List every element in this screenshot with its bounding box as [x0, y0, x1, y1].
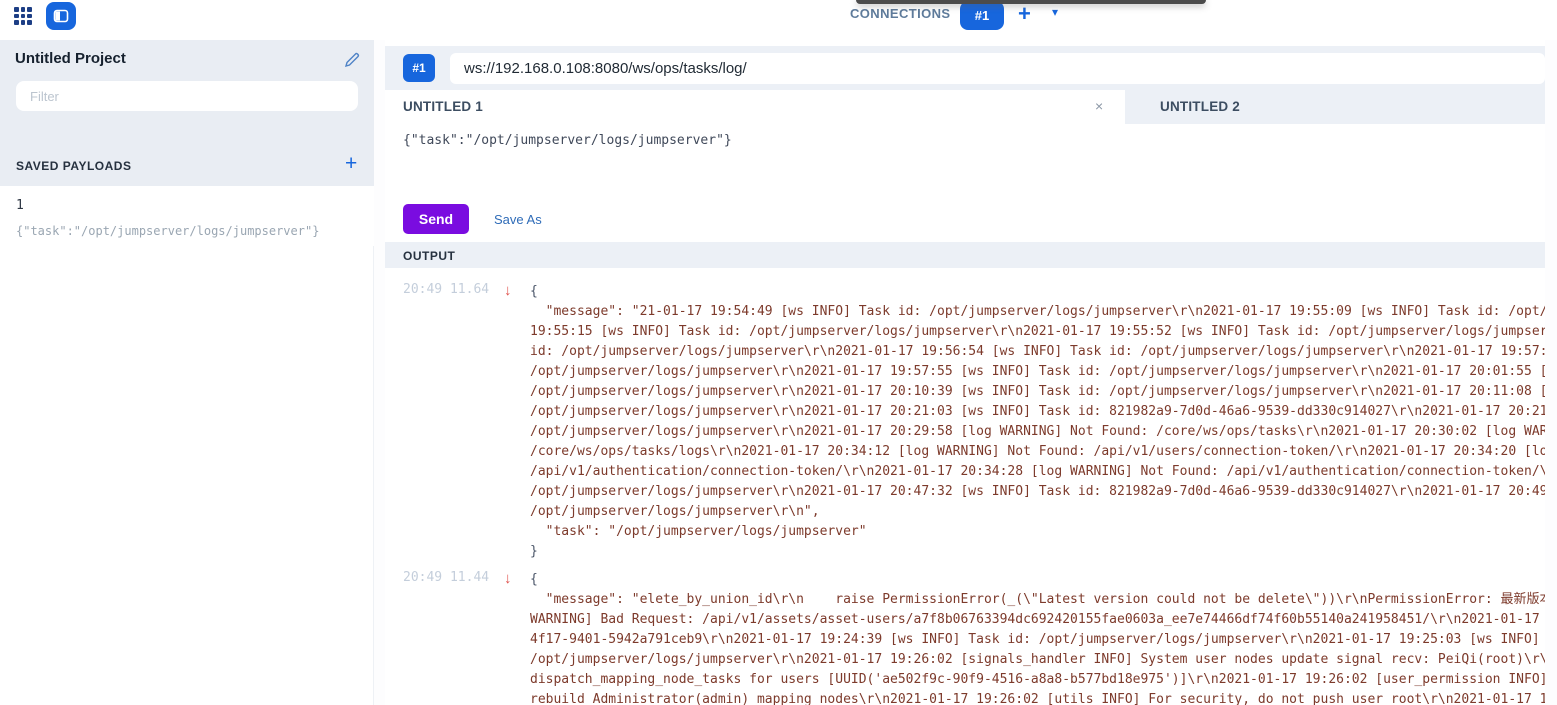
- log-line: /opt/jumpserver/logs/jumpserver\r\n2021-…: [530, 402, 1545, 422]
- send-button[interactable]: Send: [403, 204, 469, 234]
- connections-dropdown-caret[interactable]: ▾: [1052, 5, 1058, 19]
- close-tab-icon[interactable]: ×: [1095, 98, 1103, 114]
- apps-grid-icon[interactable]: [14, 7, 32, 25]
- output-entry: 20:49 11.44 ↓ { "message": "elete_by_uni…: [385, 562, 1545, 705]
- log-line: /core/ws/ops/tasks/logs\r\n2021-01-17 20…: [530, 442, 1545, 462]
- tab-label: UNTITLED 1: [403, 99, 483, 114]
- log-line: dispatch_mapping_node_tasks for users [U…: [530, 670, 1545, 690]
- log-line: }: [530, 542, 1545, 562]
- log-line: WARNING] Bad Request: /api/v1/assets/ass…: [530, 610, 1545, 630]
- log-line: /opt/jumpserver/logs/jumpserver\r\n2021-…: [530, 362, 1545, 382]
- payload-preview: {"task":"/opt/jumpserver/logs/jumpserver…: [16, 224, 319, 238]
- log-line: /opt/jumpserver/logs/jumpserver\r\n2021-…: [530, 650, 1545, 670]
- payload-editor[interactable]: {"task":"/opt/jumpserver/logs/jumpserver…: [385, 124, 1557, 204]
- log-line: /opt/jumpserver/logs/jumpserver\r\n",: [530, 502, 1545, 522]
- main-panel: #1 UNTITLED 1 × UNTITLED 2 {"task":"/opt…: [385, 40, 1557, 705]
- tab-untitled-2[interactable]: UNTITLED 2: [1125, 90, 1557, 124]
- log-line: "task": "/opt/jumpserver/logs/jumpserver…: [530, 522, 1545, 542]
- websocket-client-app: CONNECTIONS #1 + ▾ Untitled Project SAVE…: [0, 0, 1557, 705]
- log-line: /opt/jumpserver/logs/jumpserver\r\n2021-…: [530, 422, 1545, 442]
- received-arrow-icon: ↓: [498, 282, 530, 299]
- output-entry: 20:49 11.64 ↓ { "message": "21-01-17 19:…: [385, 268, 1545, 562]
- tab-untitled-1[interactable]: UNTITLED 1 ×: [385, 90, 1125, 124]
- split-panel-icon: [53, 8, 69, 24]
- received-arrow-icon: ↓: [498, 570, 530, 587]
- connection-url-row: #1: [385, 46, 1557, 90]
- log-line: /api/v1/authentication/connection-token/…: [530, 462, 1545, 482]
- log-line: "message": "21-01-17 19:54:49 [ws INFO] …: [530, 302, 1545, 322]
- add-connection-button[interactable]: +: [1018, 1, 1031, 27]
- log-line: "message": "elete_by_union_id\r\n raise …: [530, 590, 1545, 610]
- add-payload-button[interactable]: +: [345, 152, 357, 176]
- scrollbar-track[interactable]: [1545, 40, 1557, 705]
- entry-timestamp: 20:49 11.44: [403, 570, 498, 585]
- log-line: rebuild Administrator(admin) mapping nod…: [530, 690, 1545, 705]
- payload-text: {"task":"/opt/jumpserver/logs/jumpserver…: [403, 133, 732, 148]
- saved-payloads-label: SAVED PAYLOADS: [16, 159, 131, 173]
- entry-timestamp: 20:49 11.64: [403, 282, 498, 297]
- log-line: /opt/jumpserver/logs/jumpserver\r\n2021-…: [530, 382, 1545, 402]
- edit-project-icon[interactable]: [344, 52, 360, 68]
- entry-message: { "message": "21-01-17 19:54:49 [ws INFO…: [530, 282, 1545, 562]
- save-as-link[interactable]: Save As: [494, 212, 542, 227]
- project-title: Untitled Project: [15, 50, 126, 67]
- entry-message: { "message": "elete_by_union_id\r\n rais…: [530, 570, 1545, 705]
- log-line: 19:55:15 [ws INFO] Task id: /opt/jumpser…: [530, 322, 1545, 342]
- saved-payload-item[interactable]: 1 {"task":"/opt/jumpserver/logs/jumpserv…: [0, 186, 374, 246]
- connection-tab-1[interactable]: #1: [960, 1, 1004, 30]
- log-line: 4f17-9401-5942a791ceb9\r\n2021-01-17 19:…: [530, 630, 1545, 650]
- log-line: id: /opt/jumpserver/logs/jumpserver\r\n2…: [530, 342, 1545, 362]
- top-bar: CONNECTIONS #1 + ▾: [0, 0, 1557, 40]
- payload-name: 1: [16, 198, 24, 213]
- log-line: {: [530, 282, 1545, 302]
- saved-payloads-header: SAVED PAYLOADS +: [0, 146, 374, 186]
- log-line: /opt/jumpserver/logs/jumpserver\r\n2021-…: [530, 482, 1545, 502]
- log-line: {: [530, 570, 1545, 590]
- connection-badge: #1: [403, 54, 435, 82]
- project-header: Untitled Project: [0, 40, 374, 146]
- filter-input[interactable]: [16, 81, 358, 111]
- output-header: OUTPUT: [385, 242, 1545, 268]
- output-label: OUTPUT: [403, 249, 455, 263]
- tab-label: UNTITLED 2: [1160, 99, 1240, 114]
- sidebar: Untitled Project SAVED PAYLOADS + 1 {"ta…: [0, 40, 374, 705]
- output-log[interactable]: 20:49 11.64 ↓ { "message": "21-01-17 19:…: [385, 268, 1545, 705]
- cutoff-popup-edge: [856, 0, 1206, 4]
- toggle-sidebar-button[interactable]: [46, 2, 76, 30]
- payload-tab-bar: UNTITLED 1 × UNTITLED 2: [385, 90, 1557, 124]
- connections-label: CONNECTIONS: [850, 6, 950, 21]
- websocket-url-input[interactable]: [450, 53, 1545, 84]
